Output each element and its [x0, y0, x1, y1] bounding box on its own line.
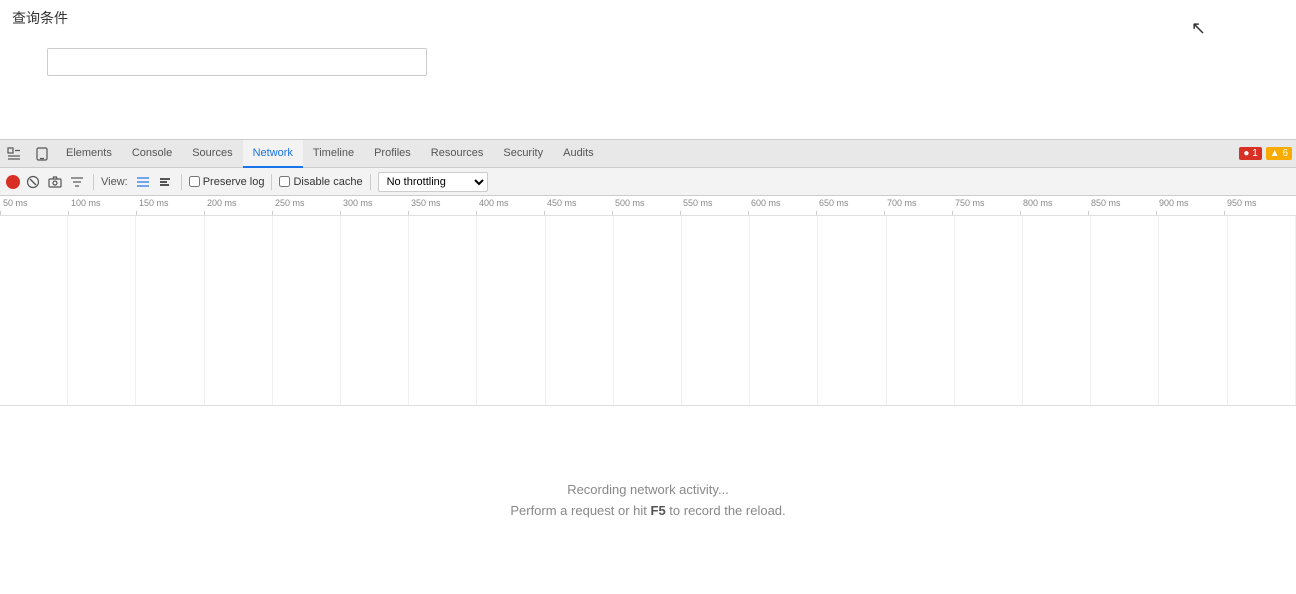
separator-4 — [370, 174, 371, 190]
grid-column — [955, 216, 1023, 405]
ruler-label: 700 ms — [884, 196, 917, 210]
grid-column — [409, 216, 477, 405]
tab-console[interactable]: Console — [122, 140, 182, 168]
stop-recording-button[interactable] — [24, 173, 42, 191]
tab-resources[interactable]: Resources — [421, 140, 494, 168]
filter-button[interactable] — [68, 173, 86, 191]
ruler-label: 150 ms — [136, 196, 169, 210]
timeline-view-button[interactable] — [156, 173, 174, 191]
ruler-label: 50 ms — [0, 196, 28, 210]
ruler-label: 450 ms — [544, 196, 577, 210]
ruler-label: 400 ms — [476, 196, 509, 210]
grid-column — [1023, 216, 1091, 405]
separator-2 — [181, 174, 182, 190]
grid-column — [750, 216, 818, 405]
ruler-label: 950 ms — [1224, 196, 1257, 210]
grid-column — [477, 216, 545, 405]
disable-cache-label[interactable]: Disable cache — [279, 176, 362, 188]
preserve-log-label[interactable]: Preserve log — [189, 176, 265, 188]
page-title: 查询条件 — [12, 8, 1284, 28]
separator-3 — [271, 174, 272, 190]
timeline-grid — [0, 216, 1296, 406]
tab-elements[interactable]: Elements — [56, 140, 122, 168]
grid-column — [887, 216, 955, 405]
grid-column — [682, 216, 750, 405]
list-view-button[interactable] — [134, 173, 152, 191]
ruler-label: 550 ms — [680, 196, 713, 210]
record-button[interactable] — [6, 175, 20, 189]
devtools-tab-bar: Elements Console Sources Network Timelin… — [0, 140, 1296, 168]
ruler-label: 300 ms — [340, 196, 373, 210]
tab-security[interactable]: Security — [493, 140, 553, 168]
tab-right-area: ● 1 ▲ 6 — [1239, 147, 1296, 160]
grid-column — [68, 216, 136, 405]
inspect-icon[interactable] — [0, 140, 28, 168]
grid-column — [1091, 216, 1159, 405]
grid-column — [205, 216, 273, 405]
ruler-label: 650 ms — [816, 196, 849, 210]
search-input[interactable] — [47, 48, 427, 76]
grid-column — [1228, 216, 1296, 405]
ruler-label: 600 ms — [748, 196, 781, 210]
disable-cache-checkbox[interactable] — [279, 176, 290, 187]
ruler-label: 750 ms — [952, 196, 985, 210]
grid-column — [273, 216, 341, 405]
grid-column — [136, 216, 204, 405]
ruler-label: 200 ms — [204, 196, 237, 210]
tab-profiles[interactable]: Profiles — [364, 140, 421, 168]
grid-column — [341, 216, 409, 405]
mobile-icon[interactable] — [28, 140, 56, 168]
ruler-label: 250 ms — [272, 196, 305, 210]
grid-column — [546, 216, 614, 405]
ruler-label: 900 ms — [1156, 196, 1189, 210]
page-content: 查询条件 — [0, 0, 1296, 140]
camera-button[interactable] — [46, 173, 64, 191]
ruler-label: 100 ms — [68, 196, 101, 210]
recording-text: Recording network activity... — [567, 482, 729, 497]
ruler-label: 850 ms — [1088, 196, 1121, 210]
error-badge[interactable]: ● 1 — [1239, 147, 1261, 160]
ruler-label: 800 ms — [1020, 196, 1053, 210]
network-main-area: Recording network activity... Perform a … — [0, 406, 1296, 594]
separator-1 — [93, 174, 94, 190]
preserve-log-checkbox[interactable] — [189, 176, 200, 187]
grid-column — [614, 216, 682, 405]
ruler-label: 350 ms — [408, 196, 441, 210]
network-toolbar: View: Preserve log Di — [0, 168, 1296, 196]
view-label: View: — [101, 176, 128, 188]
warning-badge[interactable]: ▲ 6 — [1266, 147, 1292, 160]
throttling-select[interactable]: No throttling Offline Slow 3G Fast 3G — [378, 172, 488, 192]
tab-audits[interactable]: Audits — [553, 140, 604, 168]
grid-column — [0, 216, 68, 405]
ruler-label: 500 ms — [612, 196, 645, 210]
grid-column — [1159, 216, 1227, 405]
devtools-panel: Elements Console Sources Network Timelin… — [0, 140, 1296, 594]
tab-sources[interactable]: Sources — [182, 140, 242, 168]
timeline-ruler: 50 ms 100 ms 150 ms 200 ms 250 ms 300 ms 350 m… — [0, 196, 1296, 216]
grid-column — [818, 216, 886, 405]
tab-timeline[interactable]: Timeline — [303, 140, 364, 168]
tab-network[interactable]: Network — [243, 140, 303, 168]
recording-hint: Perform a request or hit F5 to record th… — [510, 503, 785, 518]
